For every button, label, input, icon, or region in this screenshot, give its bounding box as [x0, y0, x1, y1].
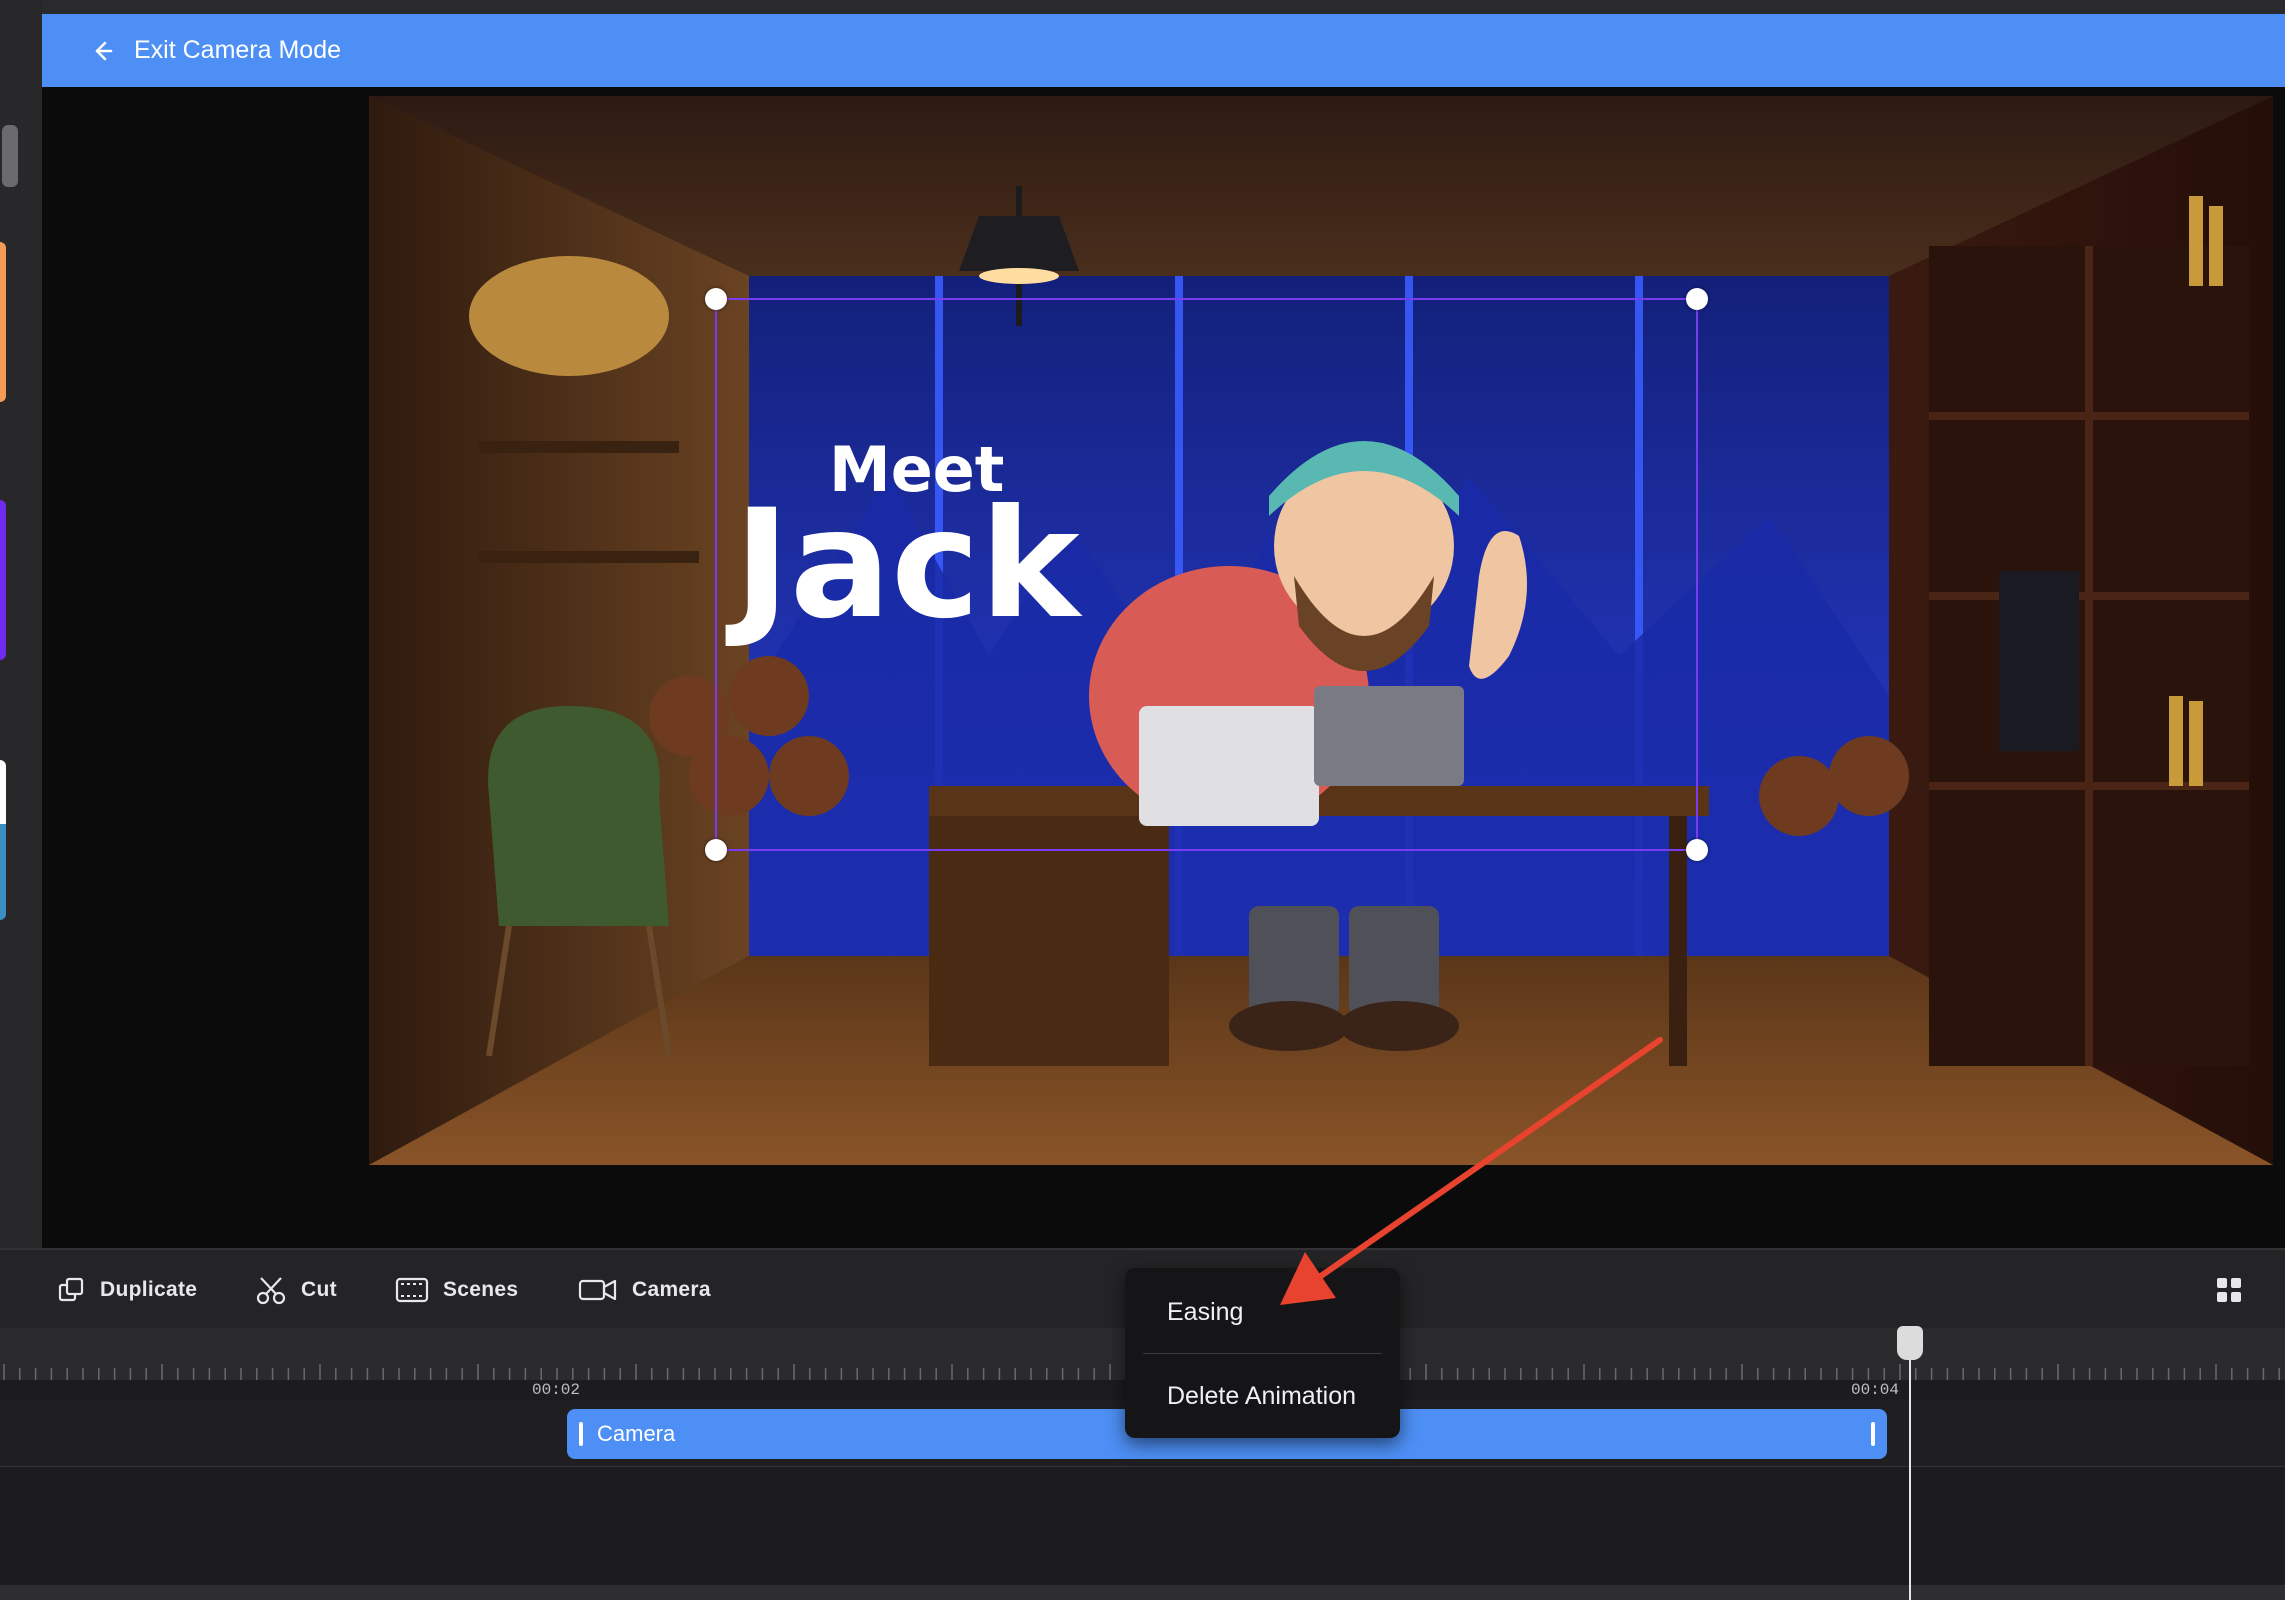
duplicate-icon — [58, 1277, 84, 1302]
rail-item-orange[interactable] — [0, 242, 6, 402]
clip-right-handle[interactable] — [1871, 1422, 1875, 1446]
resize-handle-top-right[interactable] — [1686, 288, 1708, 310]
playhead-handle[interactable] — [1897, 1326, 1923, 1360]
tick-label-0002: 00:02 — [532, 1381, 581, 1399]
menu-item-easing-label: Easing — [1167, 1297, 1244, 1326]
scenes-button[interactable]: Scenes — [395, 1250, 518, 1330]
resize-handle-bottom-left[interactable] — [705, 839, 727, 861]
duplicate-button[interactable]: Duplicate — [56, 1250, 197, 1330]
rail-item-purple[interactable] — [0, 500, 6, 660]
tick-label-0004: 00:04 — [1851, 1381, 1900, 1399]
timeline-scrollbar[interactable] — [0, 1585, 2285, 1600]
exit-camera-mode-button[interactable]: Exit Camera Mode — [134, 36, 341, 65]
camera-button[interactable]: Camera — [578, 1250, 711, 1330]
resize-handle-bottom-right[interactable] — [1686, 839, 1708, 861]
camera-label: Camera — [632, 1278, 711, 1301]
rail-toggle[interactable] — [2, 125, 18, 187]
arrow-left-icon[interactable] — [82, 31, 122, 71]
camera-clip-label: Camera — [597, 1421, 676, 1446]
clip-left-handle[interactable] — [579, 1422, 583, 1446]
playhead-line — [1909, 1328, 1911, 1600]
scenes-icon — [395, 1277, 429, 1303]
grid-icon — [2217, 1278, 2241, 1302]
scissors-icon — [256, 1277, 286, 1305]
cut-label: Cut — [301, 1278, 337, 1301]
video-camera-icon — [578, 1279, 617, 1301]
cut-button[interactable]: Cut — [255, 1250, 337, 1330]
context-menu: Easing Delete Animation — [1125, 1268, 1400, 1438]
camera-mode-header: Exit Camera Mode — [42, 14, 2285, 87]
left-rail — [0, 0, 44, 1248]
rail-item-blue[interactable] — [0, 760, 6, 920]
menu-item-delete-animation-label: Delete Animation — [1167, 1381, 1357, 1410]
duplicate-label: Duplicate — [100, 1278, 198, 1301]
grid-view-button[interactable] — [2216, 1250, 2256, 1330]
top-strip — [42, 0, 2285, 14]
scenes-label: Scenes — [443, 1278, 519, 1301]
menu-item-easing[interactable]: Easing — [1125, 1270, 1400, 1354]
menu-item-delete-animation[interactable]: Delete Animation — [1125, 1354, 1400, 1438]
camera-frame[interactable] — [705, 288, 1708, 861]
resize-handle-top-left[interactable] — [705, 288, 727, 310]
